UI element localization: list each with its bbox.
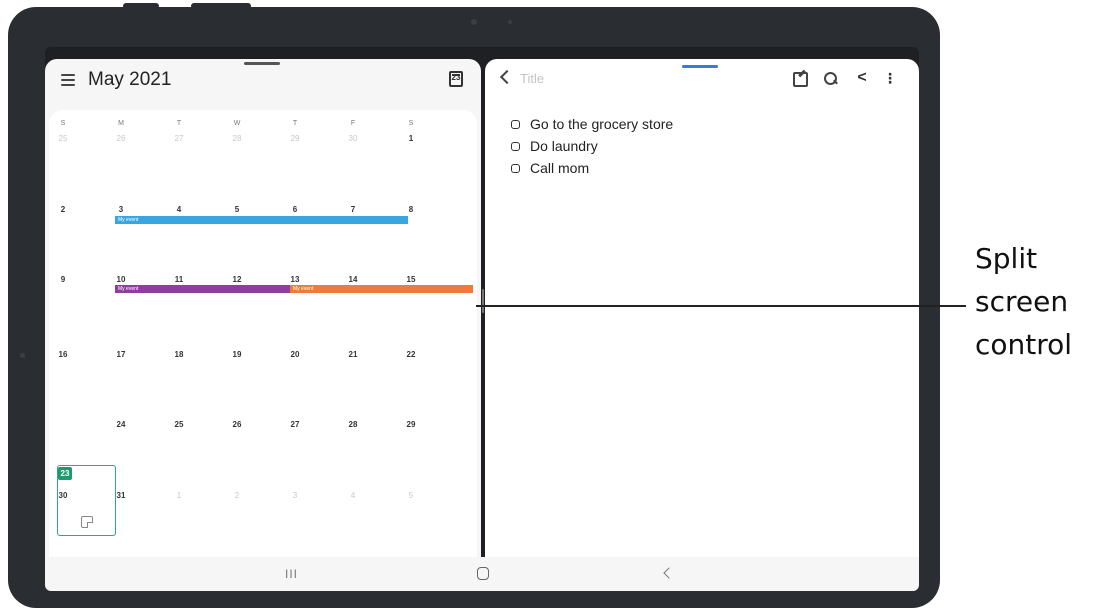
checkbox[interactable] [511,163,520,173]
share-icon[interactable]: < [853,69,871,87]
day-cell[interactable]: 17 [110,350,132,359]
edit-icon[interactable] [791,69,809,87]
menu-icon[interactable] [61,74,75,86]
tablet-device: May 2021 23 S M T W T F S 25 26 27 28 29… [8,3,940,608]
day-cell[interactable]: 25 [168,420,190,429]
day-cell[interactable]: 1 [168,491,190,500]
weekday-label: S [60,120,66,127]
day-cell[interactable]: 7 [342,205,364,214]
today-calendar-icon[interactable]: 23 [449,71,463,87]
day-cell[interactable]: 28 [342,420,364,429]
day-cell[interactable]: 31 [110,491,132,500]
day-cell[interactable]: 12 [226,275,248,284]
day-cell[interactable]: 10 [110,275,132,284]
home-button[interactable] [477,567,489,580]
weekday-label: M [118,120,124,127]
day-cell[interactable]: 4 [168,205,190,214]
navigation-bar: III [45,557,919,591]
day-cell[interactable]: 26 [226,420,248,429]
power-button [191,3,251,9]
day-cell[interactable]: 20 [284,350,306,359]
notes-pane: Title < ⋮ Go to the grocery store Do lau… [485,59,919,569]
month-grid: S M T W T F S 25 26 27 28 29 30 1 2 3 4 … [49,110,477,569]
callout-line [476,305,966,307]
day-cell[interactable]: 27 [284,420,306,429]
callout-label: Split screen control [975,237,1072,366]
month-title: May 2021 [88,69,172,90]
day-cell[interactable]: 2 [226,491,248,500]
checkbox[interactable] [511,119,520,129]
weekday-label: S [408,120,414,127]
front-camera [471,19,477,25]
day-cell[interactable]: 8 [400,205,422,214]
today-day-cell[interactable]: 23 [58,467,72,480]
checklist-item-text[interactable]: Call mom [530,160,589,176]
day-cell[interactable]: 21 [342,350,364,359]
calendar-header: May 2021 23 [45,59,481,107]
day-cell[interactable]: 5 [226,205,248,214]
day-cell[interactable]: 27 [168,134,190,143]
event-bar[interactable]: My event [290,285,473,293]
sensor [508,20,512,24]
volume-button [123,3,159,9]
callout-line-2: screen [975,285,1069,318]
day-cell[interactable]: 25 [52,134,74,143]
day-cell[interactable]: 13 [284,275,306,284]
checklist: Go to the grocery store Do laundry Call … [511,113,673,179]
checklist-item-text[interactable]: Do laundry [530,138,598,154]
day-cell[interactable]: 29 [400,420,422,429]
note-title-field[interactable]: Title [520,71,544,86]
tablet-screen: May 2021 23 S M T W T F S 25 26 27 28 29… [45,47,919,591]
recent-apps-button[interactable]: III [285,567,298,581]
event-bar[interactable]: My event [115,285,290,293]
day-cell[interactable]: 24 [110,420,132,429]
notes-pane-handle[interactable] [682,65,718,68]
more-options-icon[interactable]: ⋮ [881,69,899,87]
weekday-label: T [176,120,182,127]
day-cell[interactable]: 30 [52,491,74,500]
day-cell[interactable]: 16 [52,350,74,359]
event-bar[interactable]: My event [115,216,408,224]
stage: May 2021 23 S M T W T F S 25 26 27 28 29… [0,0,1101,609]
day-cell[interactable]: 1 [400,134,422,143]
day-cell[interactable]: 2 [52,205,74,214]
day-cell[interactable]: 4 [342,491,364,500]
day-cell[interactable]: 3 [284,491,306,500]
day-cell[interactable]: 15 [400,275,422,284]
back-icon[interactable] [499,69,515,85]
day-cell[interactable]: 14 [342,275,364,284]
checklist-item: Go to the grocery store [511,113,673,135]
day-cell[interactable]: 9 [52,275,74,284]
day-cell[interactable]: 5 [400,491,422,500]
weekday-label: W [233,120,241,127]
day-cell[interactable]: 30 [342,134,364,143]
day-cell[interactable]: 19 [226,350,248,359]
day-cell[interactable]: 6 [284,205,306,214]
calendar-pane: May 2021 23 S M T W T F S 25 26 27 28 29… [45,59,481,569]
sticker-icon[interactable] [81,516,93,528]
day-cell[interactable]: 18 [168,350,190,359]
back-button[interactable] [663,567,675,579]
side-sensor [20,353,25,358]
callout-line-1: Split [975,242,1038,275]
day-cell[interactable]: 22 [400,350,422,359]
day-cell[interactable]: 29 [284,134,306,143]
callout-line-3: control [975,328,1073,361]
day-cell[interactable]: 26 [110,134,132,143]
day-cell[interactable]: 28 [226,134,248,143]
day-cell[interactable]: 3 [110,205,132,214]
search-icon[interactable] [822,69,840,87]
checklist-item: Call mom [511,157,673,179]
weekday-label: F [350,120,356,127]
checklist-item: Do laundry [511,135,673,157]
checkbox[interactable] [511,141,520,151]
checklist-item-text[interactable]: Go to the grocery store [530,116,673,132]
split-screen-control[interactable] [482,289,484,313]
weekday-label: T [292,120,298,127]
day-cell[interactable]: 11 [168,275,190,284]
